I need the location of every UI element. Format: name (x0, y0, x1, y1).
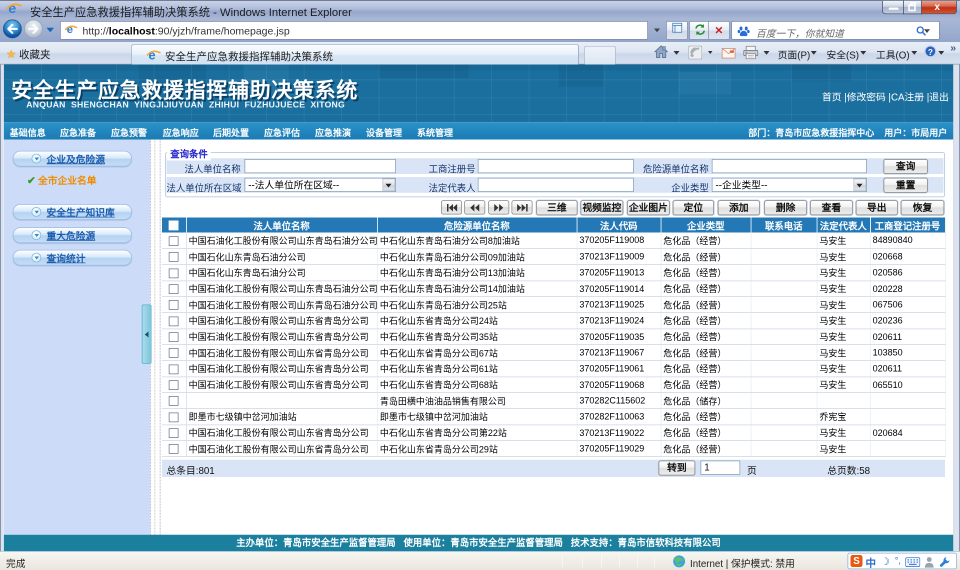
svg-text:?: ? (928, 48, 933, 57)
